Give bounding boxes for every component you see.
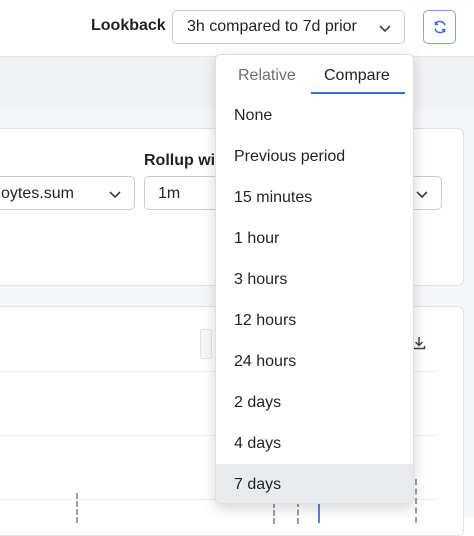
option-3-hours[interactable]: 3 hours — [216, 259, 413, 300]
option-4-days[interactable]: 4 days — [216, 423, 413, 464]
lookback-select[interactable]: 3h compared to 7d prior — [172, 10, 405, 44]
active-tab-indicator — [311, 92, 405, 94]
lookback-select-value: 3h compared to 7d prior — [187, 18, 357, 35]
tab-compare[interactable]: Compare — [324, 67, 390, 85]
chart-series-line — [318, 503, 320, 523]
metric-select[interactable]: oytes.sum — [0, 176, 135, 210]
chevron-down-icon — [416, 191, 428, 199]
lookback-dropdown: Relative Compare None Previous period 15… — [215, 54, 414, 504]
metric-select-value: oytes.sum — [1, 185, 74, 202]
lookback-label: Lookback — [91, 17, 166, 34]
refresh-button[interactable] — [423, 10, 456, 44]
option-previous-period[interactable]: Previous period — [216, 136, 413, 177]
chevron-down-icon — [379, 25, 391, 33]
chart-comparison-line — [76, 493, 78, 523]
top-toolbar: Lookback 3h compared to 7d prior — [0, 0, 474, 56]
option-7-days[interactable]: 7 days — [216, 464, 413, 503]
option-1-hour[interactable]: 1 hour — [216, 218, 413, 259]
chart-comparison-line — [273, 502, 275, 524]
option-2-days[interactable]: 2 days — [216, 382, 413, 423]
option-15-minutes[interactable]: 15 minutes — [216, 177, 413, 218]
chart-comparison-line — [297, 501, 299, 524]
rollup-select-value: 1m — [158, 185, 181, 202]
chart-comparison-line — [415, 479, 417, 523]
tab-relative[interactable]: Relative — [238, 67, 296, 85]
dropdown-tabs: Relative Compare — [216, 55, 413, 95]
rollup-label: Rollup wi — [144, 152, 216, 169]
option-none[interactable]: None — [216, 95, 413, 136]
chevron-down-icon — [109, 191, 121, 199]
option-12-hours[interactable]: 12 hours — [216, 300, 413, 341]
chart-toolbar-button[interactable] — [200, 329, 212, 359]
option-24-hours[interactable]: 24 hours — [216, 341, 413, 382]
compare-options-list: None Previous period 15 minutes 1 hour 3… — [216, 95, 413, 503]
refresh-icon — [433, 20, 446, 34]
